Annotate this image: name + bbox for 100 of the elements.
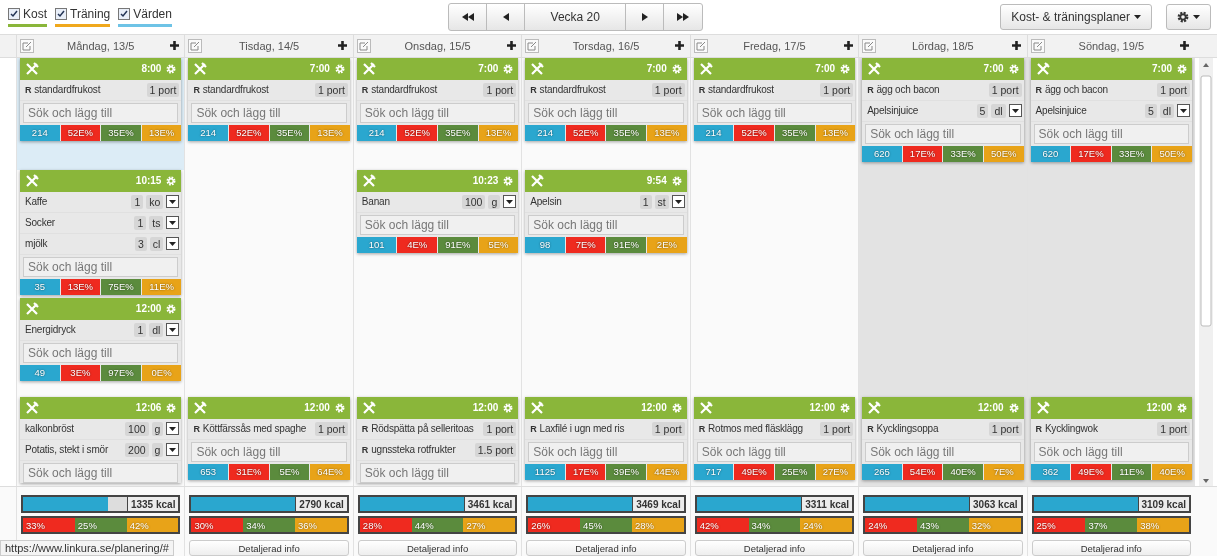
- add-button[interactable]: [167, 38, 182, 53]
- nutrition-value: 64E%: [310, 463, 350, 480]
- unit-dropdown[interactable]: [503, 195, 517, 209]
- search-field[interactable]: Sök och lägg till: [23, 102, 179, 123]
- filter-checkbox[interactable]: Kost: [8, 6, 47, 27]
- edit-button[interactable]: [525, 38, 540, 53]
- cutlery-icon: [361, 173, 376, 188]
- add-button[interactable]: [335, 38, 350, 53]
- cutlery-icon: [867, 400, 882, 415]
- macro-percent: 42%: [696, 518, 749, 532]
- amount-field[interactable]: 100: [461, 194, 486, 209]
- details-button[interactable]: Detaljerad info: [1031, 540, 1191, 556]
- amount-field[interactable]: 1: [131, 194, 144, 209]
- plus-icon: [1179, 40, 1191, 52]
- unit-dropdown[interactable]: [166, 443, 180, 457]
- amount-field[interactable]: 1: [639, 194, 652, 209]
- edit-button[interactable]: [188, 38, 203, 53]
- recipe-name: R standardfrukost: [698, 84, 775, 96]
- plans-dropdown[interactable]: Kost- & träningsplaner: [1000, 3, 1152, 30]
- recipe-name: R Rödspätta på selleritoas: [361, 423, 475, 435]
- unit-dropdown[interactable]: [1008, 104, 1022, 118]
- add-button[interactable]: [672, 38, 687, 53]
- edit-button[interactable]: [356, 38, 371, 53]
- nutrition-value: 25E%: [774, 463, 815, 480]
- filter-checkbox[interactable]: Träning: [55, 6, 111, 27]
- settings-icon: [503, 63, 514, 74]
- search-field[interactable]: Sök och lägg till: [359, 214, 516, 235]
- meal-time: 12:00: [472, 402, 499, 414]
- cutlery-icon: [530, 61, 545, 76]
- caret-icon: [1180, 108, 1187, 113]
- search-field[interactable]: Sök och lägg till: [191, 102, 347, 123]
- search-field[interactable]: Sök och lägg till: [865, 441, 1021, 462]
- search-field[interactable]: Sök och lägg till: [528, 214, 684, 235]
- macro-percent: 33%: [23, 518, 75, 532]
- search-field[interactable]: Sök och lägg till: [359, 102, 516, 123]
- search-field[interactable]: Sök och lägg till: [191, 441, 347, 462]
- unit-dropdown[interactable]: [166, 216, 180, 230]
- meal-time: 7:00: [646, 63, 667, 75]
- nutrition-value: 11E%: [1111, 463, 1152, 480]
- meal-time: 12:00: [135, 303, 162, 315]
- nutrition-value: 13E%: [478, 124, 519, 141]
- portion-label: 1 port: [820, 82, 854, 97]
- add-button[interactable]: [841, 38, 856, 53]
- portion-label: 1 port: [483, 421, 517, 436]
- amount-field[interactable]: 1: [134, 215, 147, 230]
- search-field[interactable]: Sök och lägg till: [1033, 123, 1189, 144]
- details-button[interactable]: Detaljerad info: [694, 540, 855, 556]
- right-icon: [641, 12, 648, 21]
- search-field[interactable]: Sök och lägg till: [528, 441, 684, 462]
- add-button[interactable]: [1009, 38, 1024, 53]
- food-name: Apelsinjuice: [1035, 105, 1088, 117]
- unit-dropdown[interactable]: [166, 195, 180, 209]
- day-label: Tisdag, 14/5: [239, 39, 300, 52]
- unit-dropdown[interactable]: [671, 195, 685, 209]
- amount-field[interactable]: 5: [976, 103, 989, 118]
- settings-icon: [671, 63, 682, 74]
- details-button[interactable]: Detaljerad info: [357, 540, 518, 556]
- settings-icon: [166, 63, 177, 74]
- nutrition-value: 653: [188, 463, 228, 480]
- filter-checkbox[interactable]: Värden: [118, 6, 172, 27]
- search-field[interactable]: Sök och lägg till: [865, 123, 1021, 144]
- edit-button[interactable]: [693, 38, 708, 53]
- search-field[interactable]: Sök och lägg till: [359, 462, 516, 483]
- search-field[interactable]: Sök och lägg till: [1033, 441, 1189, 462]
- nutrition-value: 11E%: [141, 278, 182, 295]
- add-button[interactable]: [1178, 38, 1192, 53]
- double-right-icon: [677, 12, 690, 21]
- search-field[interactable]: Sök och lägg till: [528, 102, 684, 123]
- edit-button[interactable]: [20, 38, 34, 53]
- details-button[interactable]: Detaljerad info: [189, 540, 349, 556]
- portion-label: 1 port: [988, 421, 1022, 436]
- amount-field[interactable]: 5: [1144, 103, 1157, 118]
- edit-button[interactable]: [862, 38, 877, 53]
- details-button[interactable]: Detaljerad info: [526, 540, 686, 556]
- amount-field[interactable]: 100: [125, 421, 149, 436]
- unit-dropdown[interactable]: [166, 422, 180, 436]
- unit-dropdown[interactable]: [166, 237, 180, 251]
- amount-field[interactable]: 200: [125, 442, 149, 457]
- add-button[interactable]: [504, 38, 519, 53]
- search-field[interactable]: Sök och lägg till: [23, 256, 179, 277]
- scrollbar[interactable]: [1199, 57, 1213, 486]
- amount-field[interactable]: 1: [134, 322, 147, 337]
- settings-button[interactable]: [1166, 3, 1211, 30]
- caret-icon: [1134, 14, 1141, 19]
- caret-icon: [169, 327, 177, 332]
- settings-icon: [503, 175, 514, 186]
- recipe-name: R Kycklingwok: [1035, 423, 1099, 435]
- status-url: https://www.linkura.se/planering/#: [0, 540, 174, 556]
- edit-button[interactable]: [1030, 38, 1045, 53]
- amount-field[interactable]: 3: [135, 236, 147, 251]
- unit-dropdown[interactable]: [1177, 104, 1190, 118]
- search-field[interactable]: Sök och lägg till: [23, 462, 179, 483]
- checkmark-icon: [120, 9, 129, 18]
- search-field[interactable]: Sök och lägg till: [696, 102, 853, 123]
- search-field[interactable]: Sök och lägg till: [696, 441, 853, 462]
- search-field[interactable]: Sök och lägg till: [23, 342, 179, 363]
- unit-dropdown[interactable]: [166, 323, 180, 337]
- cutlery-icon: [361, 400, 376, 415]
- details-button[interactable]: Detaljerad info: [863, 540, 1023, 556]
- macro-percent: 37%: [1085, 518, 1138, 532]
